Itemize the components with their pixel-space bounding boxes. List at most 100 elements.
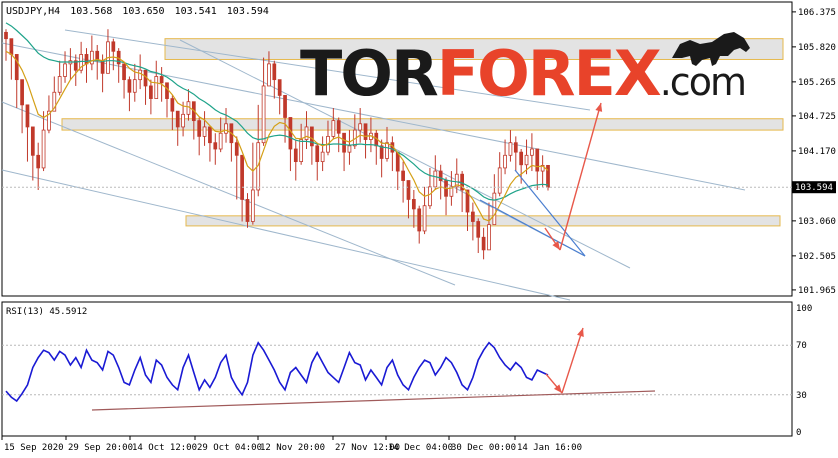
logo-part-forex: FOREX	[437, 37, 661, 110]
candle-body	[530, 148, 534, 156]
candle-body	[20, 79, 24, 106]
candle-body	[481, 236, 486, 251]
price-tick-label: 106.375	[798, 8, 836, 18]
candle-body	[342, 132, 346, 153]
rsi-label: RSI(13) 45.5912	[6, 307, 87, 317]
rsi-tick-label: 70	[796, 341, 807, 351]
logo-part-domain: .com	[660, 60, 745, 104]
candle-body	[315, 145, 320, 163]
candle-body	[127, 79, 132, 93]
candle-body	[283, 95, 287, 118]
torforex-logo: TORFOREX.com	[300, 32, 750, 110]
rsi-axis: 100 70 30 0	[796, 304, 812, 438]
candle-body	[347, 145, 352, 153]
candle-body	[154, 76, 159, 99]
zone-2	[61, 118, 784, 131]
logo-part-tor: TOR	[300, 37, 438, 110]
candle-body	[524, 154, 529, 166]
time-tick-label: 30 Dec 00:00	[451, 443, 516, 453]
candle-body	[299, 139, 304, 163]
price-axis: 106.375 105.820 105.265 104.725 104.170 103.0…	[792, 8, 836, 296]
rsi-panel[interactable]	[1, 301, 793, 437]
rsi-tick-label: 0	[796, 428, 801, 438]
time-tick-label: 14 Jan 16:00	[517, 443, 582, 453]
candle-body	[492, 192, 497, 226]
candle-body	[41, 129, 46, 169]
symbol-label: USDJPY,H4	[6, 6, 60, 17]
time-tick-label: 15 Sep 2020	[4, 443, 64, 453]
candle-body	[411, 199, 416, 210]
candle-body	[165, 82, 169, 99]
candle-body	[519, 151, 524, 166]
price-tick-label: 104.725	[798, 112, 836, 122]
candle-body	[385, 142, 389, 159]
candle-body	[122, 63, 126, 81]
candle-body	[508, 142, 513, 156]
candle-body	[331, 120, 336, 137]
price-tick-label: 104.170	[798, 147, 836, 157]
candle-body	[513, 142, 518, 153]
candle-body	[497, 167, 502, 194]
candle-body	[250, 189, 255, 222]
time-axis: 15 Sep 2020 29 Sep 20:0014 Oct 12:00 29 Oc…	[1, 436, 582, 453]
candle-body	[320, 151, 325, 163]
candle-body	[288, 117, 293, 150]
candle-body	[159, 76, 164, 84]
candle-body	[503, 154, 507, 169]
candle-body	[14, 54, 19, 81]
candle-body	[84, 54, 89, 65]
candle-body	[476, 221, 481, 238]
candle-body	[438, 170, 443, 181]
rsi-tick-label: 30	[796, 391, 807, 401]
candle-body	[25, 104, 30, 128]
candle-body	[401, 170, 405, 181]
high-value: 103.650	[122, 6, 164, 17]
candle-body	[132, 79, 137, 93]
time-tick-label: 29 Sep 20:00	[68, 443, 133, 453]
candle-body	[218, 132, 223, 150]
current-price-label: 103.594	[795, 183, 833, 193]
trading-chart[interactable]: 106.375 105.820 105.265 104.725 104.170 103.0…	[0, 0, 838, 458]
price-tick-label: 101.965	[798, 286, 836, 296]
time-tick-label: 14 Dec 04:00	[388, 443, 453, 453]
price-tick-label: 103.060	[798, 217, 836, 227]
candle-body	[170, 98, 175, 112]
candle-body	[304, 126, 309, 140]
candle-body	[277, 79, 282, 96]
candle-body	[546, 164, 550, 188]
candle-body	[245, 199, 250, 222]
price-tick-label: 102.505	[798, 252, 836, 262]
candle-body	[111, 41, 116, 52]
candle-body	[363, 123, 368, 140]
chart-header: USDJPY,H4 103.568 103.650 103.541 103.59…	[6, 6, 269, 17]
candle-body	[202, 126, 207, 137]
candle-body	[406, 180, 411, 200]
candle-body	[213, 142, 218, 150]
candle-body	[240, 154, 244, 200]
candle-body	[138, 69, 143, 81]
candle-body	[293, 148, 298, 163]
candle-body	[234, 142, 239, 156]
candle-body	[535, 148, 540, 172]
time-tick-label: 29 Oct 04:00	[197, 443, 262, 453]
candle-body	[224, 123, 228, 134]
candle-body	[487, 224, 491, 251]
candle-body	[358, 123, 363, 131]
price-tick-label: 105.265	[798, 78, 836, 88]
candle-body	[149, 85, 153, 99]
time-tick-label: 14 Oct 12:00	[132, 443, 197, 453]
candle-body	[181, 113, 185, 128]
candle-body	[422, 205, 427, 232]
candle-body	[208, 126, 212, 144]
candle-body	[63, 63, 67, 77]
low-value: 103.541	[175, 6, 217, 17]
candle-body	[261, 85, 266, 144]
candle-body	[417, 208, 422, 232]
price-tick-label: 105.820	[798, 43, 836, 53]
candle-body	[471, 211, 475, 222]
candle-body	[267, 63, 271, 87]
candle-body	[336, 120, 341, 134]
candle-body	[428, 186, 432, 207]
time-tick-label: 12 Nov 20:00	[260, 443, 325, 453]
candle-body	[433, 170, 438, 188]
